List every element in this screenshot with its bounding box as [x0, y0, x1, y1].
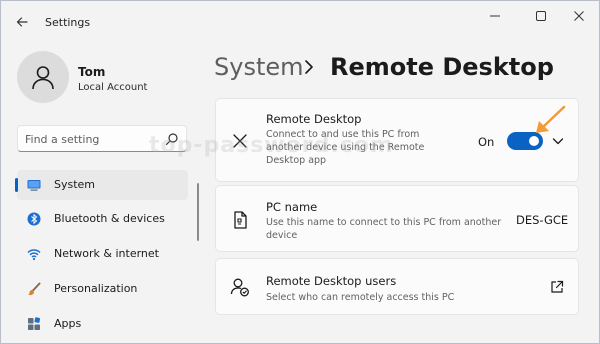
maximize-button[interactable] [521, 5, 561, 27]
breadcrumb-parent[interactable]: System [214, 53, 304, 81]
monitor-icon [27, 180, 41, 191]
sidebar-item-label: Network & internet [54, 247, 159, 260]
sidebar-item-bluetooth[interactable]: Bluetooth & devices [17, 204, 188, 234]
close-icon [574, 11, 584, 21]
bluetooth-icon [27, 212, 41, 226]
search-box [17, 125, 187, 152]
brush-icon [28, 282, 41, 296]
minimize-icon [490, 15, 500, 17]
toggle-knob [529, 136, 539, 146]
remote-desktop-icon [233, 134, 247, 148]
pc-name-card: PC name Use this name to connect to this… [215, 185, 579, 252]
sidebar-item-label: Apps [54, 317, 82, 330]
sidebar-item-system[interactable]: System [15, 170, 188, 200]
maximize-icon [536, 11, 546, 21]
toggle-state-label: On [478, 135, 495, 149]
user-name: Tom [78, 65, 106, 79]
title-bar: Settings [1, 1, 599, 39]
remote-desktop-title: Remote Desktop [266, 112, 362, 126]
pc-name-description: Use this name to connect to this PC from… [266, 217, 502, 241]
active-indicator [15, 178, 18, 192]
back-button[interactable] [11, 11, 33, 33]
settings-window: Settings Tom Local Account Find a settin… [0, 0, 600, 344]
sidebar-item-label: Personalization [54, 282, 138, 295]
pc-name-title: PC name [266, 200, 318, 214]
sidebar-item-label: Bluetooth & devices [54, 212, 165, 225]
apps-icon [28, 317, 41, 330]
sidebar-scrollbar[interactable] [197, 183, 199, 241]
wifi-icon [27, 249, 41, 261]
external-link-icon[interactable] [550, 280, 564, 294]
page-title: Remote Desktop [330, 53, 554, 81]
sidebar-item-network[interactable]: Network & internet [17, 239, 188, 269]
account-type: Local Account [78, 82, 148, 93]
avatar[interactable] [17, 51, 69, 103]
search-icon[interactable] [165, 132, 179, 146]
sidebar-item-personalization[interactable]: Personalization [17, 274, 188, 304]
pc-name-icon [234, 211, 247, 229]
chevron-right-icon [305, 60, 313, 74]
search-input[interactable] [25, 131, 165, 147]
user-icon [32, 66, 54, 90]
app-title: Settings [45, 16, 91, 29]
remote-users-description: Select who can remotely access this PC [266, 292, 455, 303]
back-arrow-icon [16, 17, 28, 27]
users-icon [230, 278, 249, 297]
minimize-button[interactable] [475, 5, 515, 27]
annotation-arrow-icon [536, 105, 566, 133]
remote-desktop-card: Remote Desktop Connect to and use this P… [215, 98, 579, 182]
remote-desktop-description: Connect to and use this PC from another … [266, 129, 425, 166]
remote-desktop-users-card[interactable]: Remote Desktop users Select who can remo… [215, 258, 579, 315]
sidebar-item-apps[interactable]: Apps [17, 309, 188, 339]
chevron-down-icon[interactable] [551, 134, 565, 148]
sidebar-item-label: System [54, 178, 96, 191]
pc-name-value: DES-GCE [516, 213, 569, 227]
close-button[interactable] [559, 5, 599, 27]
remote-users-title: Remote Desktop users [266, 274, 397, 288]
